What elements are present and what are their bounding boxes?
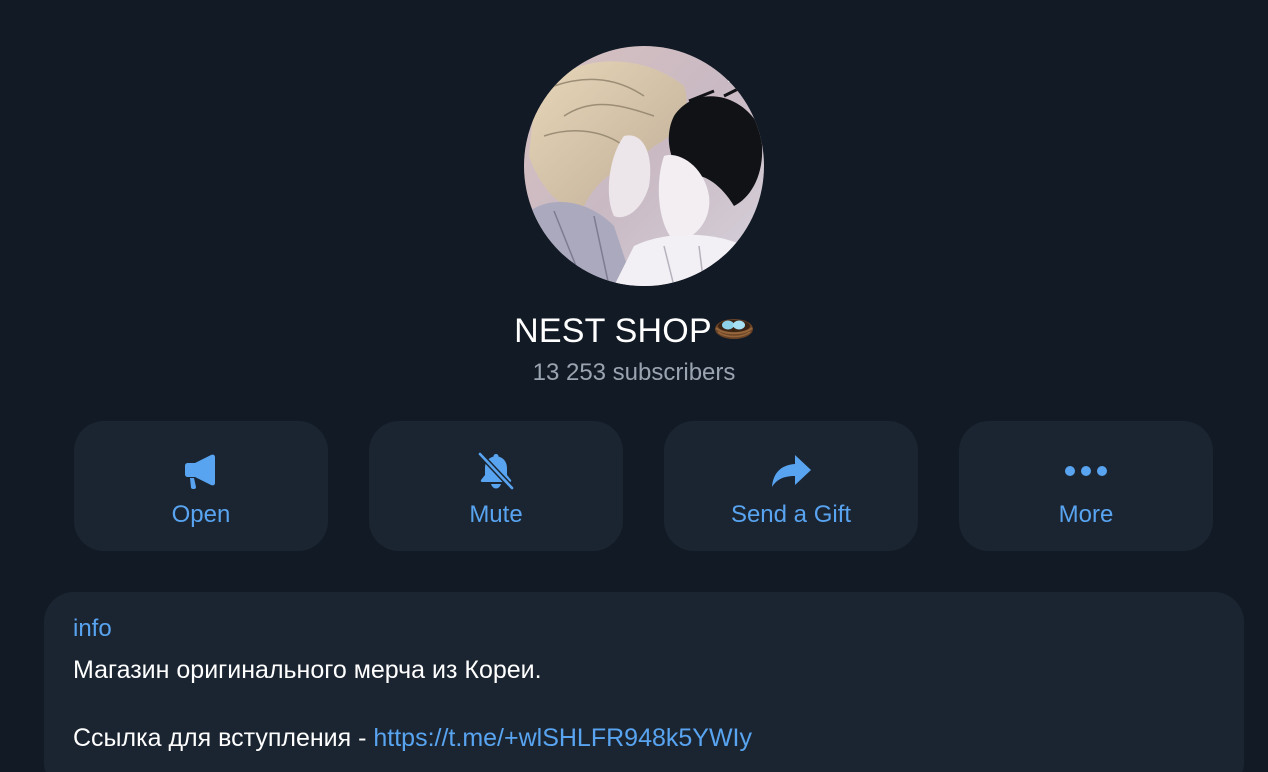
share-arrow-icon (664, 449, 918, 493)
anime-couple-avatar (524, 46, 764, 286)
channel-avatar[interactable] (524, 46, 764, 286)
invite-link[interactable]: https://t.me/+wlSHLFR948k5YWIy (373, 724, 752, 752)
open-button[interactable]: Open (74, 421, 328, 551)
invite-link-line: Ссылка для вступления - https://t.me/+wl… (73, 721, 752, 755)
channel-profile-page: NEST SHOP 13 253 subscribers Open Mute S… (0, 0, 1268, 772)
send-gift-button[interactable]: Send a Gift (664, 421, 918, 551)
mute-button-label: Mute (469, 501, 523, 528)
mute-button[interactable]: Mute (369, 421, 623, 551)
megaphone-icon (74, 449, 328, 493)
action-buttons: Open Mute Send a Gift More (74, 421, 1214, 551)
bell-slash-icon (369, 449, 623, 493)
ellipsis-icon (959, 449, 1213, 493)
nest-with-eggs-icon (714, 307, 754, 353)
more-button-label: More (1058, 501, 1114, 528)
open-button-label: Open (171, 501, 231, 528)
more-button[interactable]: More (959, 421, 1213, 551)
send-gift-button-label: Send a Gift (730, 501, 852, 528)
subscriber-count: 13 253 subscribers (532, 359, 736, 386)
info-label: info (73, 615, 112, 642)
info-card: info Магазин оригинального мерча из Коре… (44, 592, 1244, 772)
channel-title-row: NEST SHOP (0, 308, 1268, 356)
info-description: Магазин оригинального мерча из Кореи. (73, 656, 542, 684)
channel-name: NEST SHOP (514, 312, 712, 350)
invite-link-prefix: Ссылка для вступления - (73, 724, 374, 752)
